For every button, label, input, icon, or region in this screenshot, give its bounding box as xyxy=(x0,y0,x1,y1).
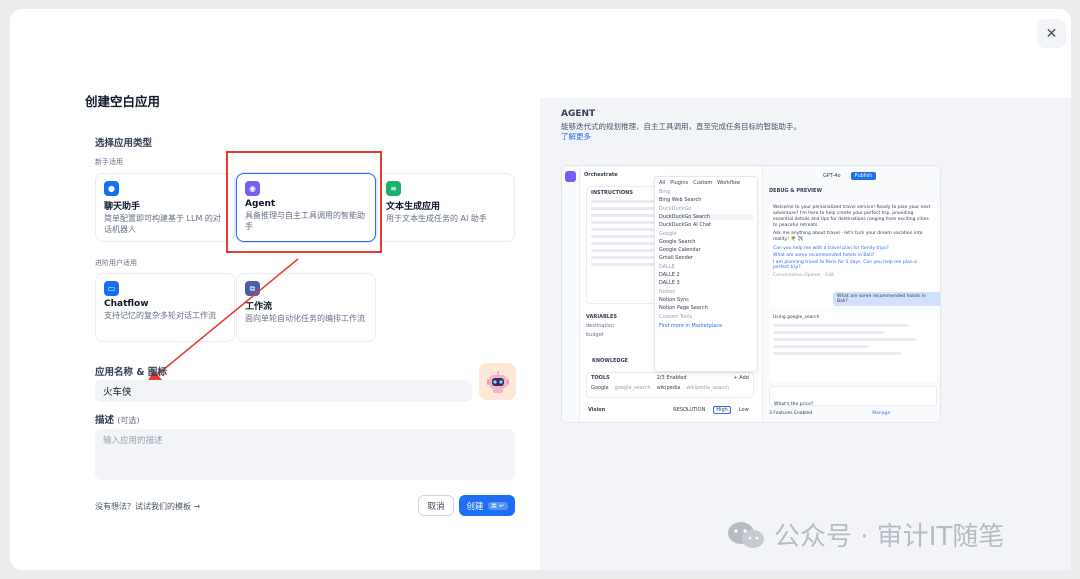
ask-me-text: Ask me anything about travel - let's tur… xyxy=(773,231,923,242)
manage-link[interactable]: Manage xyxy=(872,411,890,416)
chat-input-text: What's the price? xyxy=(774,402,814,407)
dropdown-item[interactable]: Google Calendar xyxy=(659,247,753,253)
preview-desc-text: 能够迭代式的规划推理、自主工具调用，直至完成任务目标的智能助手。 xyxy=(561,122,801,131)
chat-bubble-icon: ● xyxy=(104,181,119,196)
tool-wikipedia: wikipedia xyxy=(656,385,681,391)
tool-google: Google xyxy=(591,385,609,391)
tools-enabled: 2/3 Enabled xyxy=(656,375,687,381)
app-type-label: 选择应用类型 xyxy=(95,138,153,149)
tool-usage: Using google_search xyxy=(773,315,820,320)
tool-google-sub: google_search xyxy=(614,385,651,391)
preview-screenshot: Orchestrate INSTRUCTIONS VARIABLES desti… xyxy=(561,165,941,423)
find-more-link[interactable]: Find more in Marketplace xyxy=(659,323,753,329)
features-bar: 3 Features Enabled Manage xyxy=(769,411,890,416)
model-selector[interactable]: GPT-4o xyxy=(823,173,841,179)
knowledge-label: KNOWLEDGE xyxy=(592,358,629,364)
tool-add-button[interactable]: + Add xyxy=(734,375,749,381)
app-logo-icon xyxy=(565,171,576,182)
name-icon-label: 应用名称 & 图标 xyxy=(95,367,167,378)
debug-title: DEBUG & PREVIEW xyxy=(769,188,822,194)
vision-row: Vision RESOLUTION High Low xyxy=(588,406,749,414)
create-button[interactable]: 创建 ⌘ ↵ xyxy=(459,495,515,516)
desc-label: 描述 (可选) xyxy=(95,412,140,426)
agent-icon: ◉ xyxy=(245,181,260,196)
debug-panel: GPT-4o Publish DEBUG & PREVIEW Welcome t… xyxy=(762,166,940,422)
dialog-title: 创建空白应用 xyxy=(85,94,161,109)
welcome-text: Welcome to your personalized travel serv… xyxy=(773,205,931,228)
watermark: 公众号 · 审计IT随笔 xyxy=(726,516,1004,553)
desc-optional: (可选) xyxy=(117,416,140,425)
answer-card: Using google_search xyxy=(769,312,937,382)
preview-heading: AGENT xyxy=(561,109,596,119)
res-low[interactable]: Low xyxy=(739,407,749,413)
features-enabled: 3 Features Enabled xyxy=(769,411,813,416)
app-name-input[interactable]: 火车侠 xyxy=(95,380,472,402)
group-bing: Bing xyxy=(659,189,671,195)
app-type-chatbot[interactable]: ● 聊天助手 简单配置即可构建基于 LLM 的对话机器人 xyxy=(95,173,235,242)
dropdown-item[interactable]: DuckDuckGo Search xyxy=(659,214,753,220)
preview-description: 能够迭代式的规划推理、自主工具调用，直至完成任务目标的智能助手。 了解更多 xyxy=(561,122,861,142)
close-icon: ✕ xyxy=(1045,25,1058,42)
dropdown-item[interactable]: Notion Page Search xyxy=(659,305,753,311)
tools-label: TOOLS xyxy=(591,375,610,381)
dropdown-item[interactable]: Google Search xyxy=(659,239,753,245)
desc-label-text: 描述 xyxy=(95,415,115,426)
tab-custom[interactable]: Custom xyxy=(693,180,712,186)
template-link[interactable]: 没有想法？试试我们的模板 → xyxy=(95,501,200,512)
text-generation-icon: ≡ xyxy=(386,181,401,196)
description-textarea[interactable]: 输入应用的描述 xyxy=(95,429,515,480)
dropdown-item[interactable]: Notion Sync xyxy=(659,297,753,303)
close-button[interactable]: ✕ xyxy=(1037,19,1066,48)
resolution-label: RESOLUTION xyxy=(673,407,706,413)
cancel-button[interactable]: 取消 xyxy=(418,495,454,516)
opener-label: Conversation Opener · Edit xyxy=(773,273,834,278)
group-notion: Notion xyxy=(659,289,676,295)
tab-workflow[interactable]: Workflow xyxy=(717,180,740,186)
group-google: Google xyxy=(659,231,677,237)
user-message: What are some recommended hotels in Bali… xyxy=(833,292,940,306)
suggested-question[interactable]: What are some recommended hotels in Bali… xyxy=(773,253,933,258)
robot-icon xyxy=(486,370,509,393)
dropdown-item[interactable]: Gmail Sender xyxy=(659,255,753,261)
app-type-text-generation[interactable]: ≡ 文本生成应用 用于文本生成任务的 AI 助手 xyxy=(377,173,515,242)
card-title: 文本生成应用 xyxy=(386,202,441,212)
watermark-text: 公众号 · 审计IT随笔 xyxy=(774,522,1005,552)
card-desc: 用于文本生成任务的 AI 助手 xyxy=(386,214,487,223)
top-bar: GPT-4o Publish xyxy=(823,172,877,180)
chat-input[interactable]: What's the price? xyxy=(769,386,937,407)
tool-wikipedia-sub: wikipedia_search xyxy=(686,385,730,391)
tab-plugins[interactable]: Plugins xyxy=(670,180,688,186)
create-label: 创建 xyxy=(466,501,484,512)
dropdown-tabs: All Plugins Custom Workflow xyxy=(659,180,753,186)
shortcut-hint: ⌘ ↵ xyxy=(487,501,508,510)
advanced-label: 进阶用户适用 xyxy=(95,259,137,267)
card-title: 聊天助手 xyxy=(104,202,141,212)
app-type-agent[interactable]: ◉ Agent 具备推理与自主工具调用的智能助手 xyxy=(236,173,376,242)
group-duckduckgo: DuckDuckGo xyxy=(659,206,692,212)
rail xyxy=(562,166,580,422)
res-high[interactable]: High xyxy=(713,406,731,414)
group-dalle: DALLE xyxy=(659,264,675,270)
vision-label: Vision xyxy=(588,407,606,413)
app-icon-picker[interactable] xyxy=(479,363,516,400)
card-desc: 具备推理与自主工具调用的智能助手 xyxy=(245,211,365,231)
dropdown-item[interactable]: DALLE 3 xyxy=(659,280,753,286)
tab-all[interactable]: All xyxy=(659,180,665,186)
card-title: Agent xyxy=(245,199,276,209)
publish-button[interactable]: Publish xyxy=(850,172,877,180)
wechat-icon xyxy=(728,521,764,548)
dropdown-item[interactable]: Bing Web Search xyxy=(659,197,753,203)
suggested-question[interactable]: I am planning travel to Paris for 5 days… xyxy=(773,260,933,270)
dropdown-item[interactable]: DuckDuckGo AI Chat xyxy=(659,222,753,228)
learn-more-link[interactable]: 了解更多 xyxy=(561,132,861,142)
orchestrate-title: Orchestrate xyxy=(584,172,618,178)
tools-box: TOOLS 2/3 Enabled + Add Google google_se… xyxy=(586,372,754,398)
dropdown-item[interactable]: DALLE 2 xyxy=(659,272,753,278)
card-desc: 简单配置即可构建基于 LLM 的对话机器人 xyxy=(104,214,221,234)
suggested-question[interactable]: Can you help me with a travel plan for f… xyxy=(773,246,933,251)
chatflow-icon: ▭ xyxy=(104,281,119,296)
beginner-label: 新手适用 xyxy=(95,158,123,166)
group-custom: Custom Tools xyxy=(659,314,693,320)
tool-dropdown: All Plugins Custom Workflow Bing Bing We… xyxy=(654,176,758,372)
